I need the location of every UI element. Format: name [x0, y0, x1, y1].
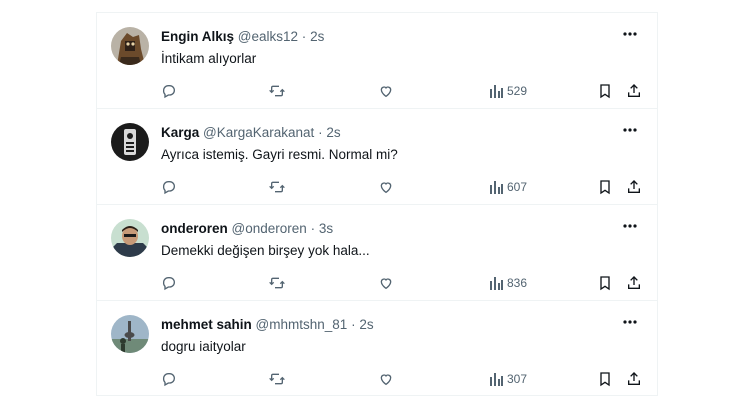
retweet-button[interactable] — [269, 79, 285, 103]
like-button[interactable] — [378, 367, 394, 391]
like-button[interactable] — [378, 271, 394, 295]
bar-chart-icon — [489, 84, 503, 98]
tweet[interactable]: onderoren @onderoren · 3s Demekki değişe… — [97, 205, 657, 301]
view-count: 307 — [507, 372, 528, 386]
timestamp[interactable]: 2s — [310, 29, 324, 44]
retweet-icon — [269, 83, 285, 99]
views-button[interactable]: 836 — [489, 271, 527, 295]
separator-dot: · — [351, 317, 356, 332]
like-button[interactable] — [378, 175, 394, 199]
like-button[interactable] — [378, 79, 394, 103]
avatar[interactable] — [111, 123, 149, 161]
retweet-icon — [269, 179, 285, 195]
share-icon — [626, 371, 642, 387]
tweet-text: Ayrıca istemiş. Gayri resmi. Normal mi? — [161, 147, 398, 162]
tweet[interactable]: mehmet sahin @mhmtshn_81 · 2s dogru iait… — [97, 301, 657, 395]
reply-button[interactable] — [161, 367, 177, 391]
tweet[interactable]: Karga @KargaKarakanat · 2s Ayrıca istemi… — [97, 109, 657, 205]
bookmark-button[interactable] — [597, 271, 613, 295]
reply-icon — [161, 275, 177, 291]
bookmark-icon — [597, 179, 613, 195]
tweet-header: mehmet sahin @mhmtshn_81 · 2s — [161, 317, 374, 332]
tweet[interactable]: Engin Alkış @ealks12 · 2s İntikam alıyor… — [97, 13, 657, 109]
retweet-button[interactable] — [269, 175, 285, 199]
display-name[interactable]: mehmet sahin — [161, 317, 252, 332]
reply-icon — [161, 83, 177, 99]
action-bar: 529 — [97, 79, 657, 103]
user-handle[interactable]: @onderoren — [232, 221, 307, 236]
tweet-text: dogru iaityolar — [161, 339, 246, 354]
retweet-button[interactable] — [269, 271, 285, 295]
share-button[interactable] — [626, 175, 642, 199]
heart-icon — [378, 371, 394, 387]
separator-dot: · — [301, 29, 307, 44]
separator-dot: · — [318, 125, 323, 140]
heart-icon — [378, 179, 394, 195]
avatar[interactable] — [111, 219, 149, 257]
timestamp[interactable]: 2s — [359, 317, 373, 332]
bar-chart-icon — [489, 276, 503, 290]
action-bar: 307 — [97, 367, 657, 391]
user-handle[interactable]: @KargaKarakanat — [203, 125, 314, 140]
share-icon — [626, 275, 642, 291]
share-icon — [626, 83, 642, 99]
bookmark-icon — [597, 83, 613, 99]
view-count: 607 — [507, 180, 528, 194]
bookmark-icon — [597, 275, 613, 291]
more-horizontal-icon[interactable] — [619, 217, 641, 235]
share-button[interactable] — [626, 79, 642, 103]
reply-button[interactable] — [161, 175, 177, 199]
reply-feed: Engin Alkış @ealks12 · 2s İntikam alıyor… — [96, 12, 658, 396]
tweet-header: Engin Alkış @ealks12 · 2s — [161, 29, 324, 44]
retweet-icon — [269, 275, 285, 291]
retweet-button[interactable] — [269, 367, 285, 391]
timestamp[interactable]: 2s — [326, 125, 340, 140]
tweet-text: Demekki değişen birşey yok hala... — [161, 243, 370, 258]
action-bar: 607 — [97, 175, 657, 199]
bookmark-icon — [597, 371, 613, 387]
user-handle[interactable]: @ealks12 — [238, 29, 298, 44]
tweet-text: İntikam alıyorlar — [161, 51, 257, 66]
tweet-header: onderoren @onderoren · 3s — [161, 221, 333, 236]
timestamp[interactable]: 3s — [319, 221, 333, 236]
share-button[interactable] — [626, 271, 642, 295]
heart-icon — [378, 275, 394, 291]
view-count: 529 — [507, 84, 528, 98]
views-button[interactable]: 607 — [489, 175, 527, 199]
heart-icon — [378, 83, 394, 99]
more-horizontal-icon[interactable] — [619, 25, 641, 43]
view-count: 836 — [507, 276, 528, 290]
reply-button[interactable] — [161, 271, 177, 295]
reply-button[interactable] — [161, 79, 177, 103]
bookmark-button[interactable] — [597, 367, 613, 391]
bar-chart-icon — [489, 372, 503, 386]
user-handle[interactable]: @mhmtshn_81 — [256, 317, 348, 332]
bar-chart-icon — [489, 180, 503, 194]
tweet-header: Karga @KargaKarakanat · 2s — [161, 125, 341, 140]
avatar[interactable] — [111, 27, 149, 65]
retweet-icon — [269, 371, 285, 387]
avatar[interactable] — [111, 315, 149, 353]
reply-icon — [161, 371, 177, 387]
views-button[interactable]: 307 — [489, 367, 527, 391]
reply-icon — [161, 179, 177, 195]
display-name[interactable]: onderoren — [161, 221, 228, 236]
views-button[interactable]: 529 — [489, 79, 527, 103]
more-horizontal-icon[interactable] — [619, 121, 641, 139]
bookmark-button[interactable] — [597, 79, 613, 103]
bookmark-button[interactable] — [597, 175, 613, 199]
separator-dot: · — [310, 221, 316, 236]
display-name[interactable]: Engin Alkış — [161, 29, 234, 44]
share-icon — [626, 179, 642, 195]
more-horizontal-icon[interactable] — [619, 313, 641, 331]
action-bar: 836 — [97, 271, 657, 295]
share-button[interactable] — [626, 367, 642, 391]
display-name[interactable]: Karga — [161, 125, 199, 140]
